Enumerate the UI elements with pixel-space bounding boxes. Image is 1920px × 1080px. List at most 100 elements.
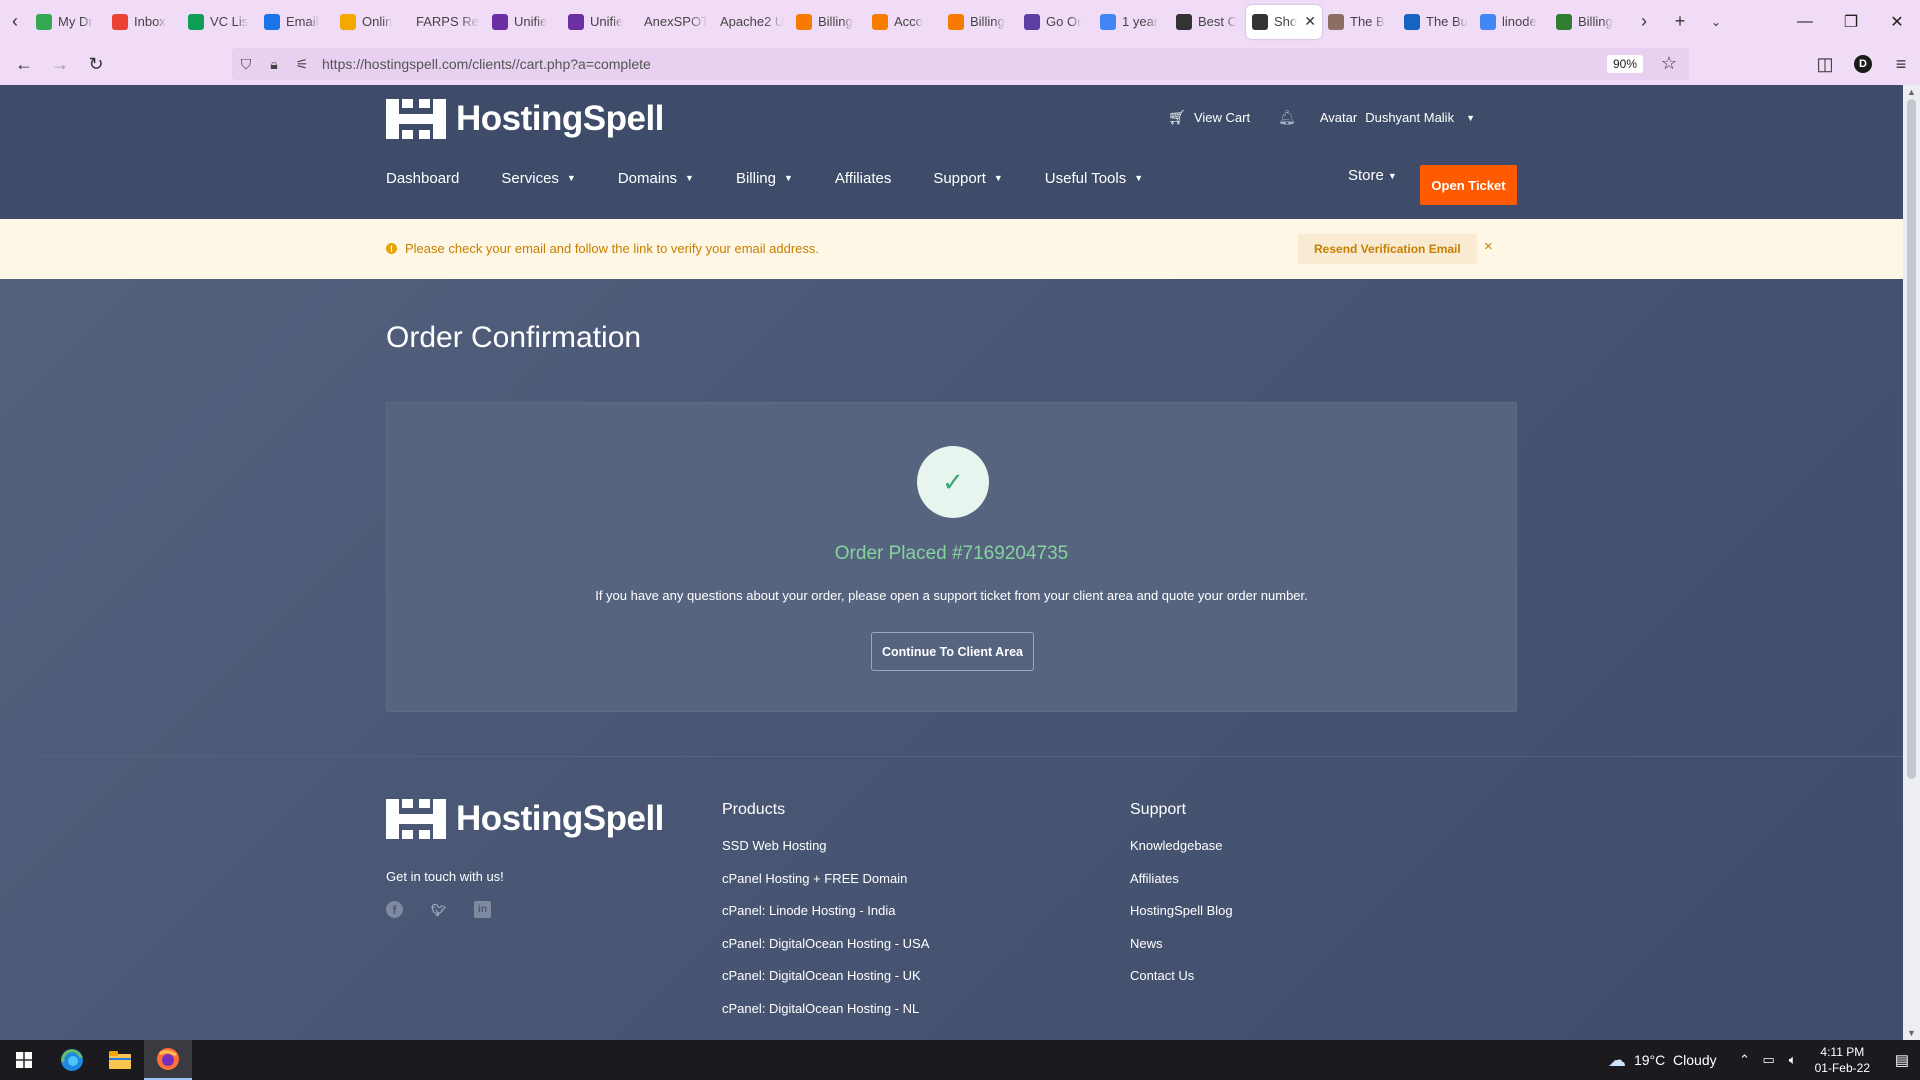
close-tab-icon[interactable]: ✕ <box>1304 13 1316 30</box>
email-verification-alert: ! Please check your email and follow the… <box>0 219 1903 279</box>
browser-tab[interactable]: Email <box>258 5 334 39</box>
open-ticket-button[interactable]: Open Ticket <box>1420 165 1517 205</box>
browser-tab[interactable]: Acco <box>866 5 942 39</box>
volume-icon[interactable]: 🔈︎ <box>1781 1052 1805 1068</box>
pocket-icon[interactable]: ◫ <box>1806 46 1844 82</box>
menu-icon[interactable]: ≡ <box>1882 46 1920 82</box>
page-scrollbar[interactable]: ▲ ▼ <box>1903 85 1920 1040</box>
user-menu[interactable]: Avatar Dushyant Malik ▼ <box>1320 110 1475 125</box>
permissions-icon[interactable]: ⚟ <box>288 56 316 73</box>
main-navigation: Dashboard Services ▼ Domains ▼ Billing ▼ Affili… <box>386 167 1185 189</box>
browser-tab[interactable]: FARPS Rec <box>410 5 486 39</box>
tab-title: linode <box>1502 14 1537 29</box>
bookmark-star-icon[interactable]: ☆ <box>1661 53 1677 74</box>
tab-title: AnexSPOT <box>644 14 708 29</box>
scroll-down-icon[interactable]: ▼ <box>1903 1026 1920 1040</box>
footer-link[interactable]: cPanel Hosting + FREE Domain <box>722 870 929 903</box>
browser-tab[interactable]: Inbox <box>106 5 182 39</box>
browser-tab[interactable]: Go Or <box>1018 5 1094 39</box>
forward-icon[interactable]: → <box>42 46 78 82</box>
site-logo[interactable]: HostingSpell <box>386 99 664 139</box>
nav-dashboard[interactable]: Dashboard <box>386 170 459 187</box>
store-menu[interactable]: Store ▼ <box>1348 167 1397 184</box>
cloud-icon: ☁ <box>1607 1049 1626 1070</box>
clock[interactable]: 4:11 PM 01-Feb-22 <box>1815 1044 1870 1076</box>
scrollbar-thumb[interactable] <box>1907 99 1916 779</box>
nav-billing[interactable]: Billing ▼ <box>736 170 793 187</box>
edge-icon[interactable] <box>48 1040 96 1080</box>
nav-domains[interactable]: Domains ▼ <box>618 170 694 187</box>
browser-tab[interactable]: VC Lis <box>182 5 258 39</box>
browser-tab[interactable]: The B <box>1322 5 1398 39</box>
nav-services[interactable]: Services ▼ <box>501 170 575 187</box>
footer-link[interactable]: cPanel: DigitalOcean Hosting - USA <box>722 935 929 968</box>
browser-tab[interactable]: My Dr <box>30 5 106 39</box>
footer-link[interactable]: SSD Web Hosting <box>722 837 929 870</box>
close-icon[interactable]: × <box>1484 238 1493 255</box>
twitter-icon[interactable]: 🐦︎ <box>430 901 447 918</box>
profile-icon[interactable]: D <box>1844 46 1882 82</box>
lock-icon[interactable]: 🔒︎ <box>260 56 288 73</box>
footer-link[interactable]: Contact Us <box>1130 967 1233 1000</box>
scroll-up-icon[interactable]: ▲ <box>1903 85 1920 99</box>
linkedin-icon[interactable]: in <box>474 901 491 918</box>
chevron-down-icon: ▼ <box>566 173 576 183</box>
windows-start-icon[interactable] <box>0 1040 48 1080</box>
footer-link[interactable]: Knowledgebase <box>1130 837 1233 870</box>
tab-scroll-right-icon[interactable]: › <box>1626 0 1662 43</box>
zoom-level-badge[interactable]: 90% <box>1606 55 1643 73</box>
footer-link[interactable]: cPanel: DigitalOcean Hosting - UK <box>722 967 929 1000</box>
firefox-icon[interactable] <box>144 1040 192 1080</box>
back-icon[interactable]: ← <box>6 46 42 82</box>
browser-tab[interactable]: Unifie <box>562 5 638 39</box>
footer-logo[interactable]: HostingSpell <box>386 799 664 839</box>
notifications-button[interactable]: 🔔︎ <box>1278 109 1296 126</box>
google-icon <box>1480 13 1496 30</box>
reload-icon[interactable]: ↻ <box>78 46 114 82</box>
browser-tab[interactable]: Sho ✕ <box>1246 4 1322 39</box>
list-all-tabs-icon[interactable]: ⌄ <box>1698 0 1734 43</box>
alert-text: Please check your email and follow the l… <box>405 241 820 256</box>
tab-title: Onlin <box>362 14 393 29</box>
browser-tab[interactable]: Billing <box>790 5 866 39</box>
resend-verification-button[interactable]: Resend Verification Email <box>1298 234 1477 264</box>
site-footer: HostingSpell Get in touch with us! f 🐦︎ … <box>0 756 1903 1040</box>
weather-widget[interactable]: ☁ 19°C Cloudy <box>1608 1050 1717 1071</box>
file-explorer-icon[interactable] <box>96 1040 144 1080</box>
browser-tab[interactable]: linode <box>1474 5 1550 39</box>
footer-link[interactable]: HostingSpell Blog <box>1130 902 1233 935</box>
footer-link[interactable]: Affiliates <box>1130 870 1233 903</box>
browser-tab[interactable]: Apache2 U <box>714 5 790 39</box>
tab-scroll-left-icon[interactable]: ‹ <box>0 0 30 43</box>
nav-support[interactable]: Support ▼ <box>933 170 1002 187</box>
url-text[interactable]: https://hostingspell.com/clients//cart.p… <box>322 56 651 72</box>
url-bar[interactable]: ⛉ 🔒︎ ⚟ https://hostingspell.com/clients/… <box>232 48 1689 80</box>
browser-tab[interactable]: Billing <box>942 5 1018 39</box>
chevron-up-icon[interactable]: ⌃ <box>1733 1052 1757 1068</box>
minimize-icon[interactable]: — <box>1782 0 1828 43</box>
footer-link[interactable]: News <box>1130 935 1233 968</box>
browser-tab[interactable]: Unifie <box>486 5 562 39</box>
browser-tab[interactable]: Billing <box>1550 5 1626 39</box>
browser-tab[interactable]: Onlin <box>334 5 410 39</box>
shield-icon[interactable]: ⛉ <box>232 56 260 73</box>
sheets-icon <box>188 13 204 30</box>
footer-link[interactable]: cPanel: Linode Hosting - India <box>722 902 929 935</box>
notifications-icon[interactable]: ▤ <box>1884 1040 1920 1080</box>
browser-tab[interactable]: AnexSPOT <box>638 5 714 39</box>
restore-icon[interactable]: ❐ <box>1828 0 1874 43</box>
facebook-icon[interactable]: f <box>386 901 403 918</box>
nav-affiliates[interactable]: Affiliates <box>835 170 891 187</box>
browser-tab[interactable]: 1 year <box>1094 5 1170 39</box>
new-tab-icon[interactable]: + <box>1662 0 1698 43</box>
continue-to-client-area-button[interactable]: Continue To Client Area <box>871 632 1034 671</box>
network-icon[interactable]: ▭ <box>1757 1052 1781 1068</box>
footer-link[interactable]: cPanel: DigitalOcean Hosting - NL <box>722 1000 929 1033</box>
avatar: Avatar <box>1319 110 1358 125</box>
face-icon <box>1328 13 1344 30</box>
browser-tab[interactable]: The Bu <box>1398 5 1474 39</box>
browser-tab[interactable]: Best C <box>1170 5 1246 39</box>
view-cart-link[interactable]: 🛒︎ View Cart <box>1168 109 1250 126</box>
close-window-icon[interactable]: ✕ <box>1874 0 1920 43</box>
nav-useful-tools[interactable]: Useful Tools ▼ <box>1045 170 1143 187</box>
